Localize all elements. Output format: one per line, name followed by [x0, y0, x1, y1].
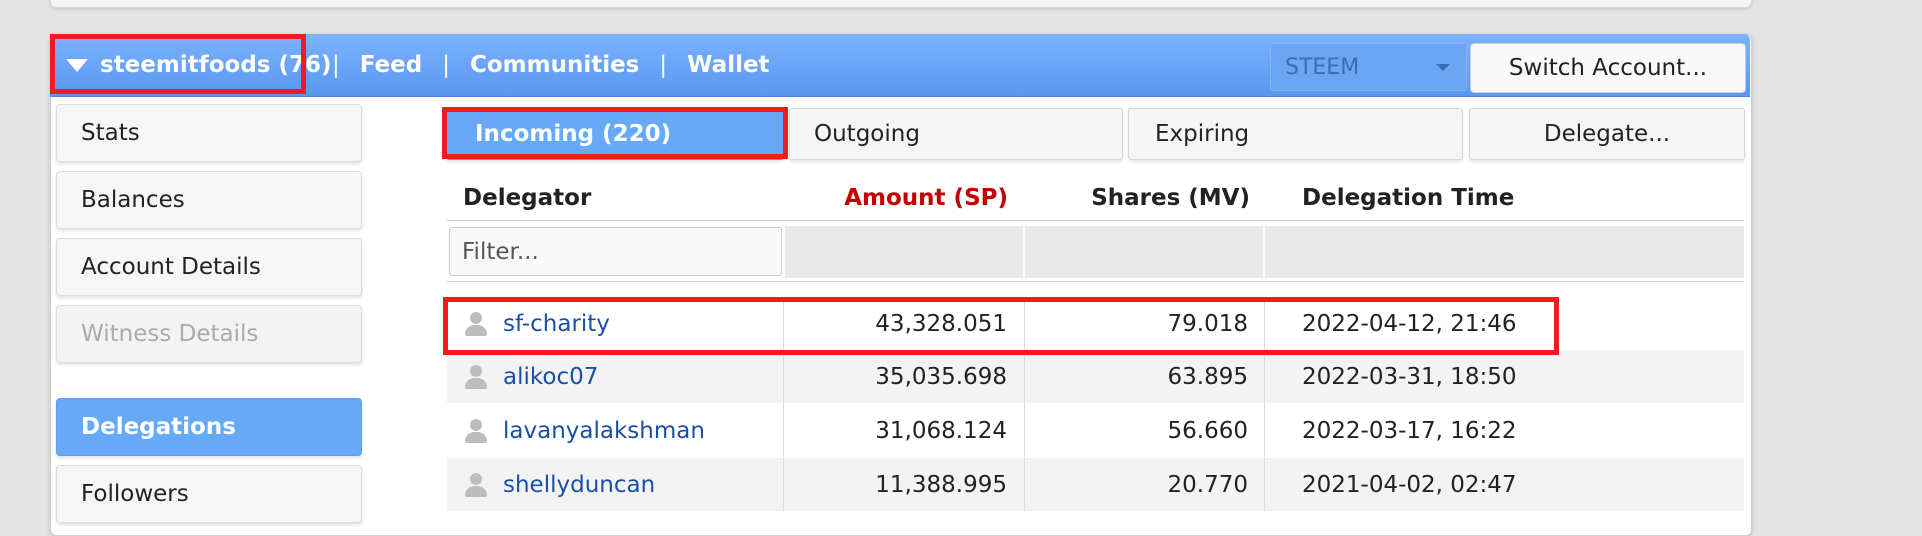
shares-cell: 56.660: [1167, 417, 1248, 444]
column-header-delegator[interactable]: Delegator: [463, 178, 763, 218]
shares-cell: 20.770: [1167, 471, 1248, 498]
tab-expiring[interactable]: Expiring: [1128, 108, 1463, 160]
sidebar-item-witness-details: Witness Details: [56, 305, 362, 363]
user-icon: [463, 363, 489, 391]
column-divider: [1264, 350, 1265, 403]
delegator-cell: lavanyalakshman: [463, 404, 705, 457]
nav-separator: |: [332, 52, 340, 78]
user-icon: [463, 471, 489, 499]
filter-cell-time: [1265, 226, 1744, 278]
sidebar-item-account-details[interactable]: Account Details: [56, 238, 362, 296]
time-cell: 2022-03-17, 16:22: [1302, 417, 1517, 444]
tab-outgoing[interactable]: Outgoing: [789, 108, 1123, 160]
delegator-link[interactable]: sf-charity: [503, 311, 610, 337]
nav-link-communities[interactable]: Communities: [470, 52, 639, 78]
switch-account-button[interactable]: Switch Account...: [1470, 43, 1746, 93]
delegator-cell: shellyduncan: [463, 458, 655, 511]
account-menu[interactable]: steemitfoods (76): [50, 34, 332, 96]
nav-link-feed[interactable]: Feed: [360, 52, 422, 78]
currency-select-value: STEEM: [1285, 54, 1360, 80]
currency-select[interactable]: STEEM: [1270, 43, 1467, 91]
shares-cell: 63.895: [1167, 363, 1248, 390]
table-row: alikoc07 35,035.698 63.895 2022-03-31, 1…: [447, 350, 1744, 403]
delegator-filter-input[interactable]: [449, 227, 782, 276]
amount-cell: 43,328.051: [875, 310, 1007, 337]
top-card: [50, 0, 1752, 8]
nav-separator: |: [659, 52, 668, 78]
table-row: sf-charity 43,328.051 79.018 2022-04-12,…: [447, 297, 1744, 350]
column-header-delegation-time[interactable]: Delegation Time: [1302, 178, 1702, 218]
delegator-link[interactable]: shellyduncan: [503, 472, 655, 498]
tab-incoming[interactable]: Incoming (220): [446, 108, 784, 160]
filter-divider: [447, 281, 1744, 282]
nav-links: | Feed | Communities | Wallet: [312, 34, 770, 96]
table-row: lavanyalakshman 31,068.124 56.660 2022-0…: [447, 404, 1744, 457]
table-row: shellyduncan 11,388.995 20.770 2021-04-0…: [447, 458, 1744, 511]
filter-cell-amount: [785, 226, 1023, 278]
account-name: steemitfoods (76): [100, 52, 332, 78]
caret-down-icon: [66, 58, 88, 72]
time-cell: 2021-04-02, 02:47: [1302, 471, 1517, 498]
nav-link-wallet[interactable]: Wallet: [687, 52, 769, 78]
time-cell: 2022-03-31, 18:50: [1302, 363, 1517, 390]
chevron-down-icon: [1436, 64, 1450, 71]
column-divider: [1264, 458, 1265, 511]
amount-cell: 11,388.995: [875, 471, 1007, 498]
column-header-amount[interactable]: Amount (SP): [783, 178, 1008, 218]
sidebar-item-stats[interactable]: Stats: [56, 104, 362, 162]
delegate-button[interactable]: Delegate...: [1469, 108, 1745, 160]
delegator-cell: alikoc07: [463, 350, 598, 403]
time-cell: 2022-04-12, 21:46: [1302, 310, 1517, 337]
delegator-link[interactable]: alikoc07: [503, 364, 598, 390]
amount-cell: 35,035.698: [875, 363, 1007, 390]
column-header-shares[interactable]: Shares (MV): [1025, 178, 1250, 218]
column-divider: [1264, 404, 1265, 457]
sidebar-item-followers[interactable]: Followers: [56, 465, 362, 523]
shares-cell: 79.018: [1167, 310, 1248, 337]
nav-separator: |: [442, 52, 450, 78]
sidebar-item-delegations[interactable]: Delegations: [56, 398, 362, 456]
sidebar-item-balances[interactable]: Balances: [56, 171, 362, 229]
delegator-link[interactable]: lavanyalakshman: [503, 418, 705, 444]
delegator-cell: sf-charity: [463, 297, 610, 350]
user-icon: [463, 417, 489, 445]
column-divider: [1264, 297, 1265, 350]
filter-cell-shares: [1025, 226, 1263, 278]
user-icon: [463, 310, 489, 338]
amount-cell: 31,068.124: [875, 417, 1007, 444]
header-divider: [447, 220, 1744, 221]
